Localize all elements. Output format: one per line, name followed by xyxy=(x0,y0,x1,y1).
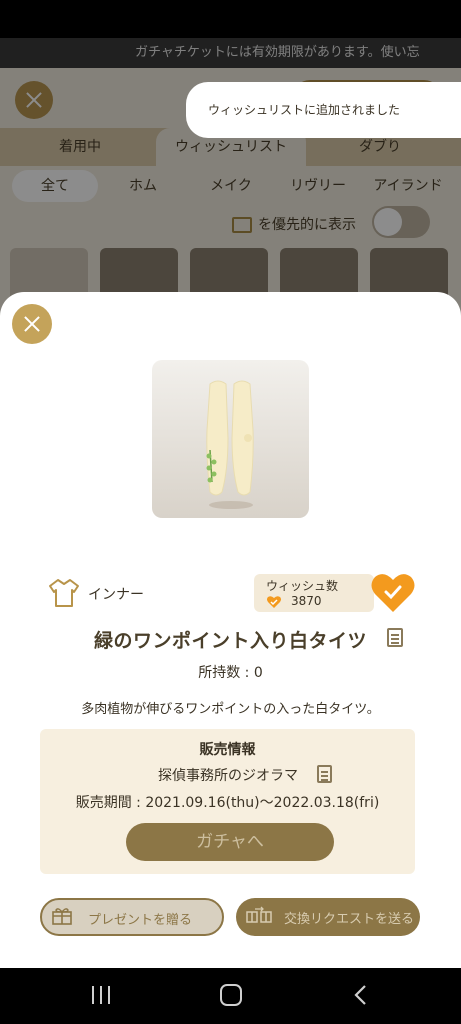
shirt-icon xyxy=(49,579,79,607)
exchange-gift-icon xyxy=(246,906,272,923)
back-icon[interactable] xyxy=(352,984,370,1006)
toast-message: ウィッシュリストに追加されました xyxy=(186,82,461,138)
tights-illustration xyxy=(206,380,254,509)
sales-period: 販売期間 : 2021.09.16(thu)〜2022.03.18(fri) xyxy=(75,795,380,811)
trade-label: 交換リクエストを送る xyxy=(284,912,415,927)
present-label: プレゼントを贈る xyxy=(88,913,193,928)
system-nav-bar xyxy=(0,968,461,1024)
gift-icon xyxy=(52,908,72,925)
gacha-button[interactable]: ガチャへ xyxy=(126,823,334,861)
status-bar xyxy=(0,0,461,38)
recents-icon[interactable] xyxy=(92,986,112,1004)
sales-title: 販売情報 xyxy=(199,742,256,758)
wishlist-heart-icon[interactable] xyxy=(370,572,416,614)
owned-count: 所持数 : 0 xyxy=(198,665,263,681)
document-icon[interactable] xyxy=(317,765,332,783)
item-image xyxy=(152,360,309,518)
present-button[interactable]: プレゼントを贈る xyxy=(40,898,224,936)
home-icon[interactable] xyxy=(220,984,242,1006)
wish-label: ウィッシュ数 xyxy=(266,579,339,593)
sales-source: 探偵事務所のジオラマ xyxy=(158,768,298,784)
heart-icon xyxy=(267,596,281,608)
trade-request-button[interactable]: 交換リクエストを送る xyxy=(236,898,420,936)
wish-count: 3870 xyxy=(291,594,322,608)
sales-info-box: 販売情報 探偵事務所のジオラマ 販売期間 : 2021.09.16(thu)〜2… xyxy=(40,729,415,874)
item-detail-modal: インナー ウィッシュ数 3870 緑のワンポイント入り白タイツ 所持数 : 0 … xyxy=(0,292,461,968)
category-label: インナー xyxy=(88,587,144,603)
document-icon[interactable] xyxy=(387,628,403,647)
close-button[interactable] xyxy=(12,304,52,344)
wish-count-box: ウィッシュ数 3870 xyxy=(254,574,374,612)
item-description: 多肉植物が伸びるワンポイントの入った白タイツ。 xyxy=(81,702,380,717)
